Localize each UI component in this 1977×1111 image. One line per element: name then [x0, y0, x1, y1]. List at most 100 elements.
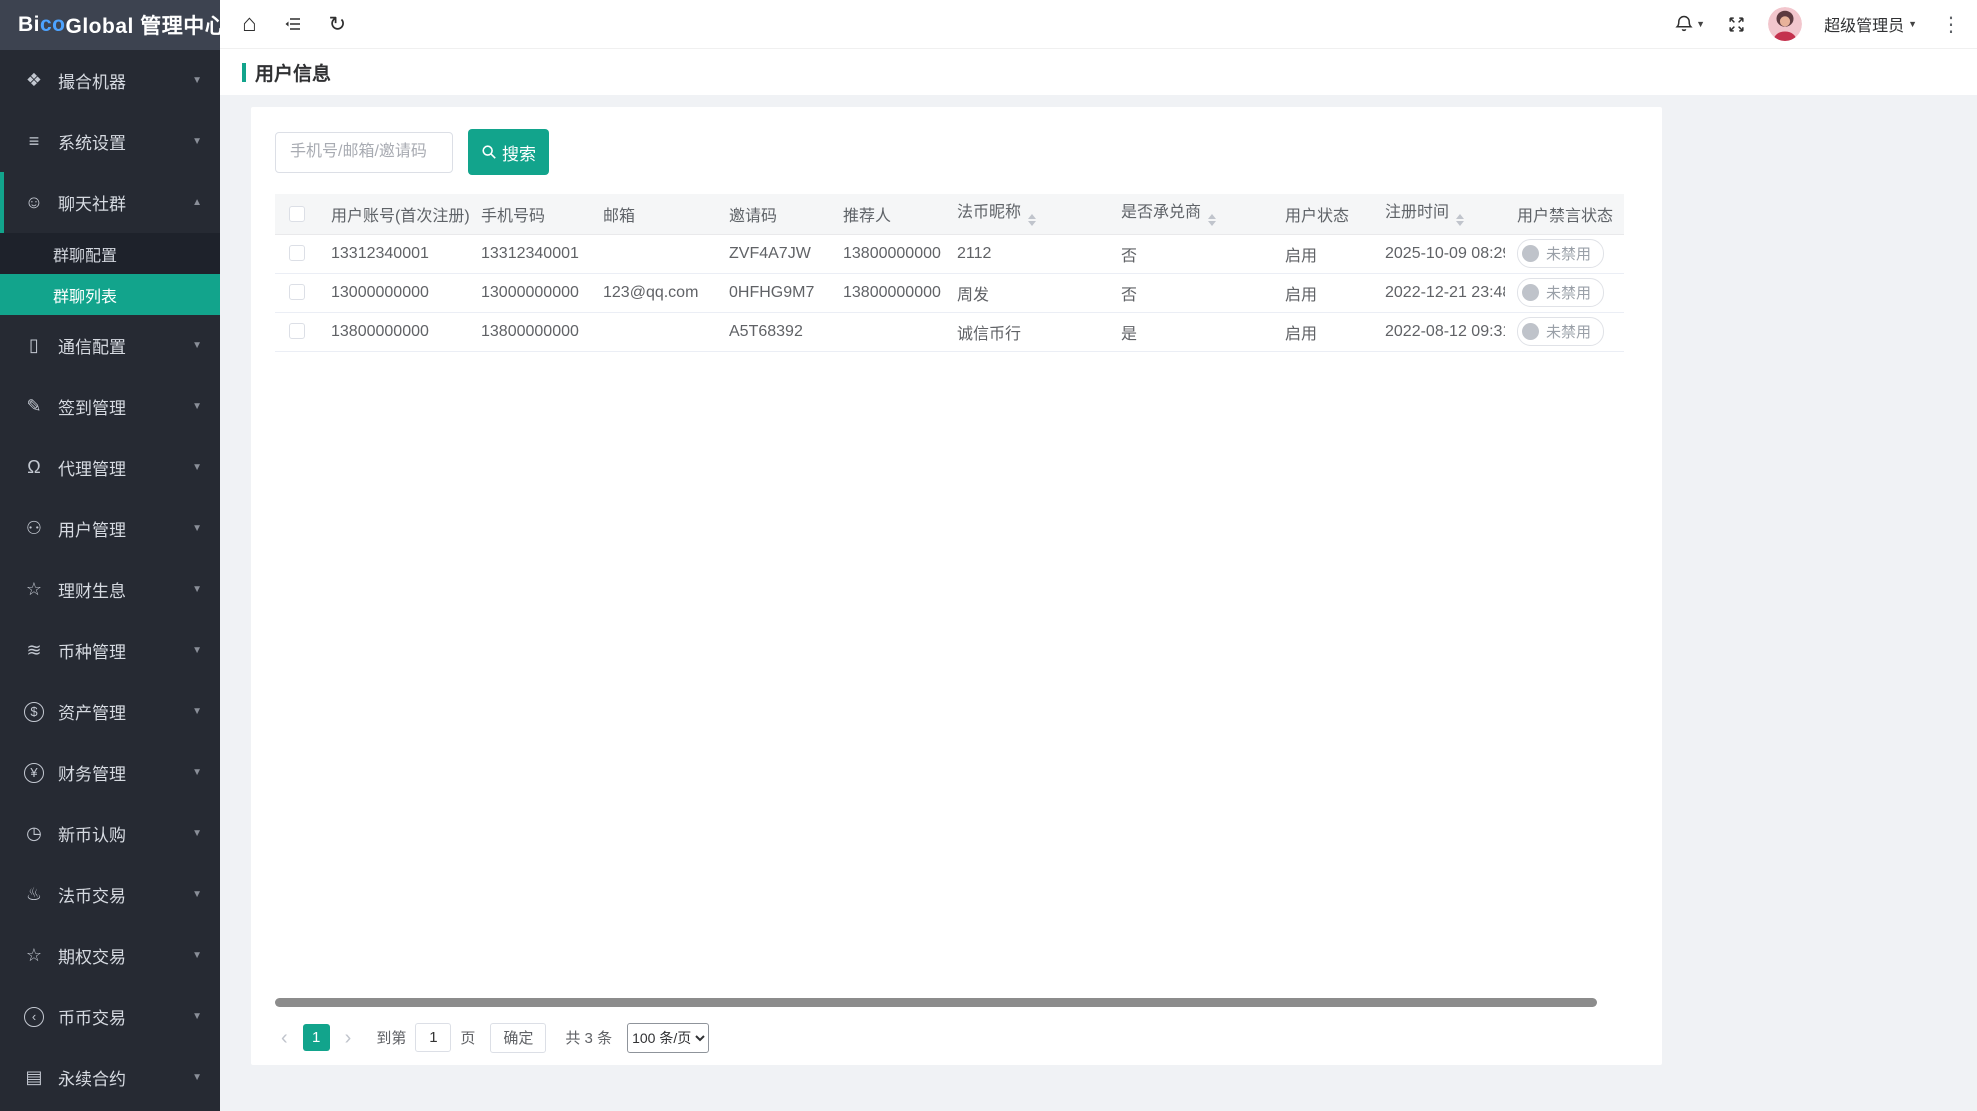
title-accent-bar	[242, 63, 246, 82]
spot-trading-icon: ‹	[24, 1007, 44, 1027]
sidebar-item-chat-community[interactable]: ☺聊天社群▲	[0, 172, 220, 233]
sidebar-item-label: 用户管理	[58, 516, 192, 541]
select-all-checkbox[interactable]	[289, 206, 305, 222]
scrollbar-thumb[interactable]	[275, 998, 1597, 1007]
cell-phone: 13800000000	[469, 312, 591, 351]
sort-icon[interactable]	[1208, 210, 1216, 230]
sidebar-item-matching-robot[interactable]: ❖撮合机器▼	[0, 50, 220, 111]
fullscreen-icon[interactable]	[1727, 15, 1746, 34]
sidebar-item-label: 通信配置	[58, 333, 192, 358]
chevron-down-icon: ▼	[1908, 19, 1917, 29]
sidebar-item-communication-config[interactable]: ▯通信配置▼	[0, 315, 220, 376]
sidebar-item-spot-trading[interactable]: ‹币币交易▼	[0, 986, 220, 1047]
total-count-label: 共 3 条	[565, 1027, 612, 1048]
chevron-down-icon: ▼	[192, 523, 202, 534]
sidebar-item-user-management[interactable]: ⚇ 用户管理▼	[0, 498, 220, 559]
sidebar-item-label: 代理管理	[58, 455, 192, 480]
search-button[interactable]: 搜索	[468, 129, 549, 175]
sidebar-item-checkin-management[interactable]: ✎签到管理▼	[0, 376, 220, 437]
checkin-management-icon: ✎	[22, 396, 46, 417]
column-header-mute-status: 用户禁言状态	[1505, 194, 1624, 234]
column-header-user-status: 用户状态	[1273, 194, 1373, 234]
finance-management-icon: ¥	[24, 763, 44, 783]
sort-icon[interactable]	[1028, 210, 1036, 230]
horizontal-scrollbar[interactable]	[275, 998, 1638, 1008]
sidebar-subitem-group-chat-list[interactable]: 群聊列表	[0, 274, 220, 315]
cell-mute-status: 未禁用	[1505, 312, 1624, 351]
collapse-sidebar-icon[interactable]	[283, 14, 303, 34]
perpetual-contract-icon: ▤	[22, 1067, 46, 1088]
page-button-1[interactable]: 1	[303, 1024, 330, 1051]
mute-status-label: 未禁用	[1546, 282, 1591, 303]
user-menu[interactable]: 超级管理员 ▼	[1824, 12, 1917, 36]
chevron-down-icon: ▼	[192, 767, 202, 778]
sidebar-item-label: 资产管理	[58, 699, 192, 724]
chevron-down-icon: ▼	[192, 401, 202, 412]
mute-status-label: 未禁用	[1546, 321, 1591, 342]
sidebar-item-new-coin-subscription[interactable]: ◷新币认购▼	[0, 803, 220, 864]
sidebar-item-wealth-interest[interactable]: ☆理财生息▼	[0, 559, 220, 620]
cell-register-time: 2025-10-09 08:29:56	[1373, 234, 1505, 273]
sidebar-item-coin-management[interactable]: ≋币种管理▼	[0, 620, 220, 681]
mute-status-toggle[interactable]: 未禁用	[1517, 239, 1604, 268]
toggle-dot-icon	[1522, 284, 1539, 301]
toggle-dot-icon	[1522, 245, 1539, 262]
logo-part: Bi	[18, 13, 40, 37]
sidebar-submenu: 群聊配置群聊列表	[0, 233, 220, 315]
sidebar-item-finance-management[interactable]: ¥财务管理▼	[0, 742, 220, 803]
chevron-down-icon: ▼	[192, 340, 202, 351]
mute-status-toggle[interactable]: 未禁用	[1517, 278, 1604, 307]
cell-is-merchant: 否	[1109, 273, 1273, 312]
cell-account: 13800000000	[319, 312, 469, 351]
fiat-trading-icon: ♨	[22, 884, 46, 905]
sort-icon[interactable]	[1456, 210, 1464, 230]
user-management-icon: ⚇	[22, 518, 46, 539]
mute-status-toggle[interactable]: 未禁用	[1517, 317, 1604, 346]
search-input[interactable]	[275, 132, 453, 173]
column-header-register-time[interactable]: 注册时间	[1373, 194, 1505, 234]
sidebar-item-system-settings[interactable]: ≡系统设置▼	[0, 111, 220, 172]
sidebar-item-label: 理财生息	[58, 577, 192, 602]
column-header-is-merchant[interactable]: 是否承兑商	[1109, 194, 1273, 234]
refresh-icon[interactable]: ↻	[329, 12, 347, 37]
sidebar-item-label: 永续合约	[58, 1065, 192, 1090]
notifications-button[interactable]: ▼	[1674, 14, 1705, 34]
row-checkbox-cell	[275, 234, 319, 273]
sidebar-item-label: 期权交易	[58, 943, 192, 968]
sidebar-item-options-trading[interactable]: ☆期权交易▼	[0, 925, 220, 986]
page-title: 用户信息	[255, 59, 331, 86]
column-header-fiat-nickname[interactable]: 法币昵称	[945, 194, 1109, 234]
chevron-down-icon: ▼	[192, 1072, 202, 1083]
bell-icon	[1674, 14, 1694, 34]
confirm-button[interactable]: 确定	[490, 1023, 546, 1053]
prev-page-button[interactable]: ‹	[275, 1028, 294, 1048]
page-jump-input[interactable]	[415, 1023, 451, 1052]
cell-account: 13000000000	[319, 273, 469, 312]
chevron-down-icon: ▼	[192, 1011, 202, 1022]
sidebar-subitem-group-chat-config[interactable]: 群聊配置	[0, 233, 220, 274]
row-checkbox[interactable]	[289, 323, 305, 339]
new-coin-subscription-icon: ◷	[22, 823, 46, 844]
row-checkbox[interactable]	[289, 245, 305, 261]
cell-referrer	[831, 312, 945, 351]
cell-mute-status: 未禁用	[1505, 273, 1624, 312]
sidebar-item-agent-management[interactable]: Ω代理管理▼	[0, 437, 220, 498]
row-checkbox[interactable]	[289, 284, 305, 300]
table-header-row: 用户账号(首次注册)手机号码邮箱邀请码推荐人法币昵称是否承兑商用户状态注册时间用…	[275, 194, 1624, 234]
chevron-down-icon: ▼	[192, 950, 202, 961]
toggle-dot-icon	[1522, 323, 1539, 340]
next-page-button[interactable]: ›	[339, 1028, 358, 1048]
more-options-icon[interactable]: ⋮	[1939, 12, 1963, 37]
home-icon[interactable]: ⌂	[242, 10, 257, 38]
column-header-phone: 手机号码	[469, 194, 591, 234]
sidebar-item-asset-management[interactable]: $资产管理▼	[0, 681, 220, 742]
user-table: 用户账号(首次注册)手机号码邮箱邀请码推荐人法币昵称是否承兑商用户状态注册时间用…	[275, 194, 1624, 352]
row-checkbox-cell	[275, 312, 319, 351]
sidebar-item-fiat-trading[interactable]: ♨法币交易▼	[0, 864, 220, 925]
avatar[interactable]	[1768, 7, 1802, 41]
sidebar-item-perpetual-contract[interactable]: ▤ 永续合约▼	[0, 1047, 220, 1108]
cell-phone: 13312340001	[469, 234, 591, 273]
chevron-down-icon: ▼	[192, 645, 202, 656]
chevron-down-icon: ▼	[192, 889, 202, 900]
page-size-select[interactable]: 100 条/页	[627, 1023, 709, 1053]
